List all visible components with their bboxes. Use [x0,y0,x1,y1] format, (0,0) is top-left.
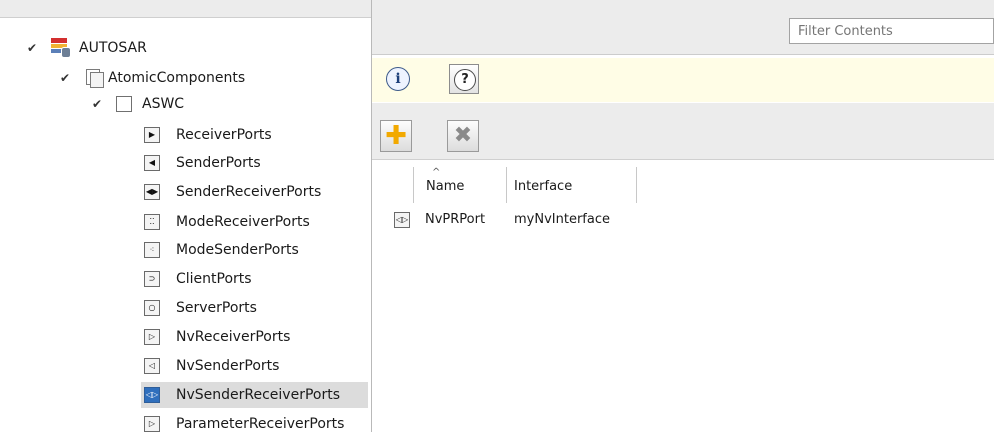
autosar-icon [51,38,71,58]
tree-item-nv-receiver-ports[interactable]: ▷ NvReceiverPorts [144,324,371,350]
tree-item-sender-receiver-ports[interactable]: ◀▶ SenderReceiverPorts [144,179,371,205]
tree-item-sender-ports[interactable]: ◀ SenderPorts [144,150,371,176]
tree-label: ParameterReceiverPorts [176,416,345,432]
nv-sender-receiver-port-icon: ◁▷ [144,387,160,403]
tree-label: AUTOSAR [79,40,147,56]
table-header: ^ Name Interface [372,167,994,203]
tree-node-atomic-components[interactable]: ✔ AtomicComponents [0,65,371,91]
sort-ascending-icon: ^ [432,167,441,178]
cell-interface: myNvInterface [514,212,610,227]
parameter-receiver-port-icon: ▷ [144,416,160,432]
tree-item-server-ports[interactable]: ○ ServerPorts [144,295,371,321]
tree-label: NvSenderPorts [176,358,280,374]
tree-item-client-ports[interactable]: ⊃ ClientPorts [144,266,371,292]
add-icon: ✚ [385,121,407,151]
tree-label: NvReceiverPorts [176,329,291,345]
chevron-down-icon[interactable]: ✔ [57,65,73,91]
client-port-icon: ⊃ [144,271,160,287]
column-header-name[interactable]: ^ Name [414,167,507,203]
tree-item-parameter-receiver-ports[interactable]: ▷ ParameterReceiverPorts [144,411,371,432]
tree-item-mode-receiver-ports[interactable]: ⁚⁚ ModeReceiverPorts [144,209,371,235]
tree-label: ModeReceiverPorts [176,214,310,230]
chevron-down-icon[interactable]: ✔ [24,35,40,61]
tree-item-nv-sender-receiver-ports[interactable]: ◁▷ NvSenderReceiverPorts [141,382,368,408]
cell-name: NvPRPort [425,212,486,227]
help-button[interactable]: ? [449,64,479,94]
info-bar: i ? [372,58,994,102]
tree-label: NvSenderReceiverPorts [176,387,341,403]
chevron-down-icon[interactable]: ✔ [89,91,105,117]
folder-icon [86,69,104,88]
tree-label: ClientPorts [176,271,252,287]
tree-label: ASWC [142,96,185,112]
tree-pane: ✔ AUTOSAR ✔ AtomicComponents ✔ ASWC ▶ Re… [0,0,372,432]
tree-label: ModeSenderPorts [176,242,299,258]
filter-bar [372,0,994,55]
delete-icon: ✖ [453,123,473,148]
nv-receiver-port-icon: ▷ [144,329,160,345]
receiver-port-icon: ▶ [144,127,160,143]
tree-label: SenderReceiverPorts [176,184,322,200]
tree-node-autosar[interactable]: ✔ AUTOSAR [0,35,371,61]
sender-port-icon: ◀ [144,155,160,171]
tree-label: SenderPorts [176,155,261,171]
column-header-icon [372,167,414,203]
tree-item-nv-sender-ports[interactable]: ◁ NvSenderPorts [144,353,371,379]
content-pane: i ? ✚ ✖ ^ Name Interface ◁▷ NvPRPort myN… [372,0,994,432]
column-label: Interface [514,179,573,194]
delete-button[interactable]: ✖ [447,120,479,152]
nv-sender-port-icon: ◁ [144,358,160,374]
column-label: Name [426,179,465,194]
nv-sender-receiver-port-icon: ◁▷ [394,212,410,228]
toolbar: ✚ ✖ [372,103,994,160]
tree-label: ReceiverPorts [176,127,272,143]
mode-receiver-port-icon: ⁚⁚ [144,214,160,230]
tree-label: AtomicComponents [108,70,246,86]
component-icon [116,96,132,112]
tree-label: ServerPorts [176,300,257,316]
info-icon[interactable]: i [386,67,410,91]
tree-header [0,0,371,18]
sender-receiver-port-icon: ◀▶ [144,184,160,200]
tree-item-receiver-ports[interactable]: ▶ ReceiverPorts [144,122,371,148]
column-header-interface[interactable]: Interface [507,167,637,203]
help-icon: ? [454,69,476,91]
table-row[interactable]: ◁▷ NvPRPort myNvInterface [372,207,994,233]
tree-node-aswc[interactable]: ✔ ASWC [0,91,371,117]
tree-item-mode-sender-ports[interactable]: ⁖ ModeSenderPorts [144,237,371,263]
server-port-icon: ○ [144,300,160,316]
add-button[interactable]: ✚ [380,120,412,152]
mode-sender-port-icon: ⁖ [144,242,160,258]
filter-input[interactable] [789,18,994,44]
